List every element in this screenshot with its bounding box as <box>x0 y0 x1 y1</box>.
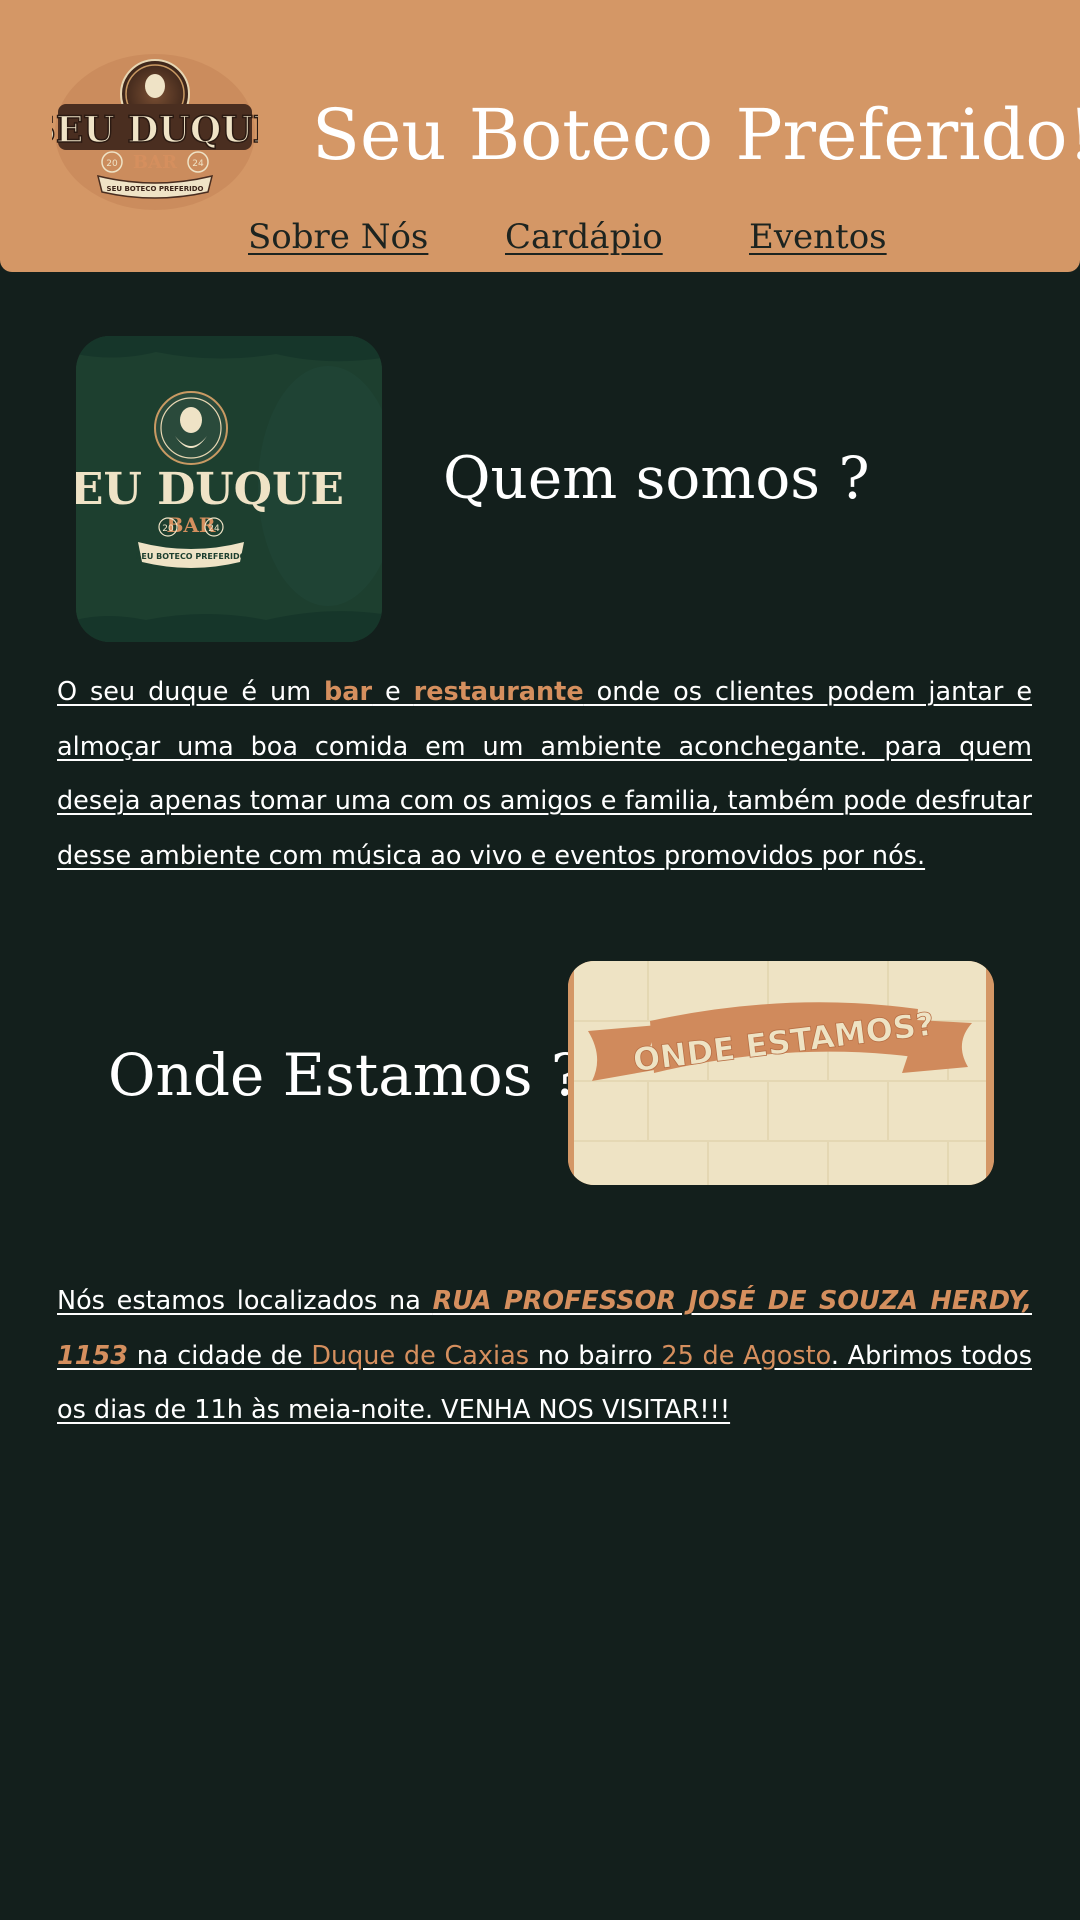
about-heading: Quem somos ? <box>443 444 870 512</box>
svg-text:24: 24 <box>208 524 220 534</box>
nav-link-eventos[interactable]: Eventos <box>749 212 887 262</box>
location-description: Nós estamos localizados na RUA PROFESSOR… <box>57 1274 1032 1438</box>
about-text-1: O seu duque é um <box>57 677 324 707</box>
svg-text:SEU BOTECO PREFERIDO: SEU BOTECO PREFERIDO <box>107 185 204 193</box>
about-logo-image: SEU DUQUE BAR 20 24 SEU BOTECO PREFERIDO <box>76 336 382 642</box>
city-highlight: Duque de Caxias <box>311 1340 529 1371</box>
about-text-2: e <box>372 677 414 707</box>
neighborhood-highlight: 25 de Agosto <box>661 1340 831 1371</box>
svg-text:SEU DUQUE: SEU DUQUE <box>76 464 344 515</box>
location-text-2: na cidade de <box>127 1340 312 1371</box>
restaurante-highlight: restaurante <box>413 677 584 707</box>
onde-estamos-banner-image: ONDE ESTAMOS? <box>568 961 994 1185</box>
seu-duque-logo[interactable]: SEU DUQUE BAR 20 24 SEU BOTECO PREFERIDO <box>29 50 281 214</box>
nav-link-sobre-nos[interactable]: Sobre Nós <box>248 212 428 262</box>
location-text-3: no bairro <box>529 1340 662 1371</box>
svg-text:20: 20 <box>106 159 118 169</box>
site-header: SEU DUQUE BAR 20 24 SEU BOTECO PREFERIDO… <box>0 0 1080 272</box>
nav-link-cardapio[interactable]: Cardápio <box>505 212 663 262</box>
location-heading: Onde Estamos ? <box>108 1041 582 1109</box>
svg-text:24: 24 <box>192 159 204 169</box>
about-description: O seu duque é um bar e restaurante onde … <box>57 665 1032 883</box>
location-text-1: Nós estamos localizados na <box>57 1286 433 1316</box>
main-nav: Sobre Nós Cardápio Eventos <box>0 212 1080 262</box>
svg-text:SEU DUQUE: SEU DUQUE <box>52 109 258 151</box>
svg-text:20: 20 <box>162 524 174 534</box>
bar-highlight: bar <box>324 677 373 707</box>
svg-text:BAR: BAR <box>133 152 178 173</box>
site-title: Seu Boteco Preferido! <box>312 94 1080 176</box>
svg-text:SEU BOTECO PREFERIDO: SEU BOTECO PREFERIDO <box>136 552 247 561</box>
